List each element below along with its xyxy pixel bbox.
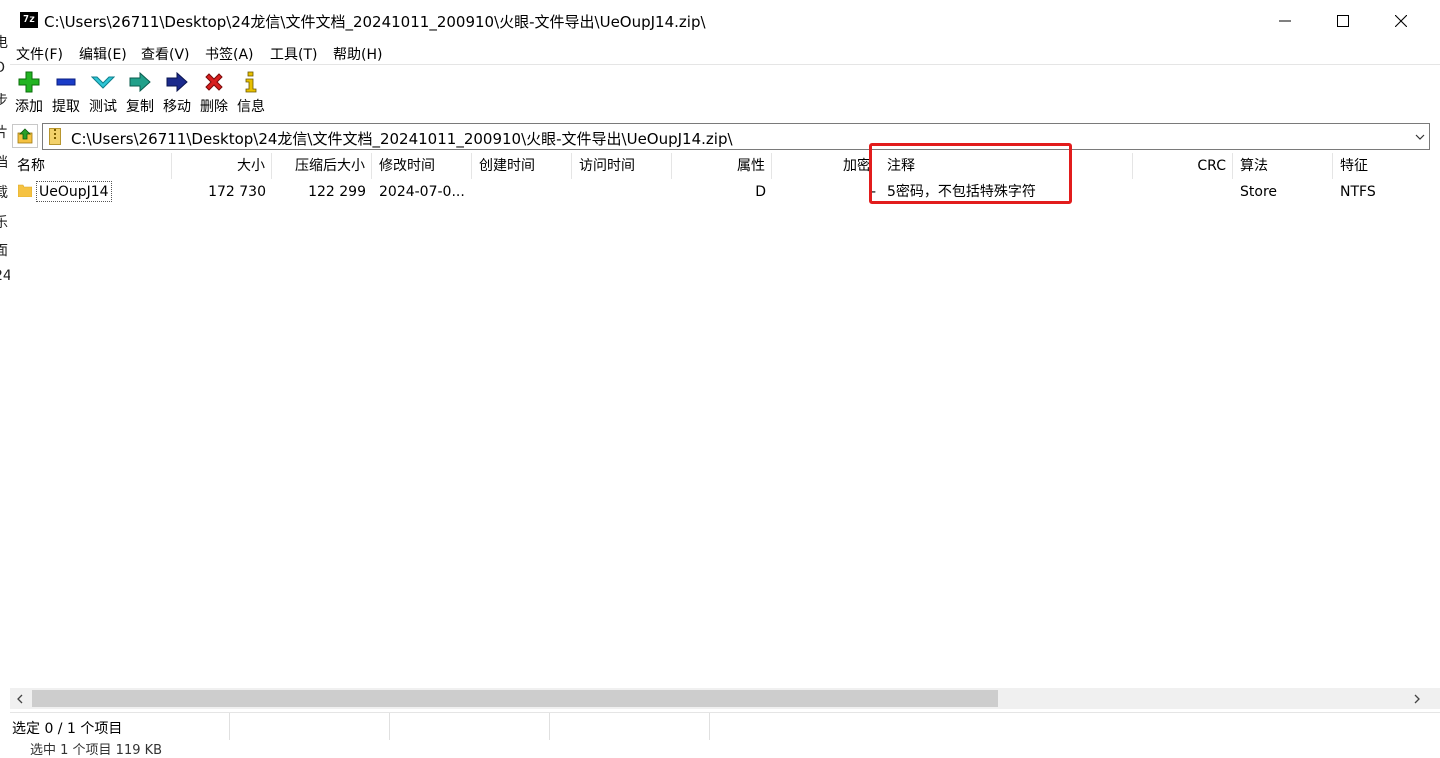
horizontal-scrollbar[interactable] (10, 688, 1440, 709)
column-comment[interactable]: 注释 (880, 153, 1133, 179)
close-button[interactable] (1372, 0, 1430, 42)
column-header: 名称 大小 压缩后大小 修改时间 创建时间 访问时间 属性 加密 注释 CRC … (10, 153, 1440, 179)
column-name[interactable]: 名称 (10, 153, 172, 179)
column-crc[interactable]: CRC (1133, 153, 1233, 179)
delete-label: 删除 (200, 99, 228, 115)
address-bar: C:\Users\26711\Desktop\24龙信\文件文档_2024101… (10, 122, 1440, 150)
status-segment (550, 713, 710, 740)
plus-icon (10, 69, 48, 95)
background-char: 步 (0, 90, 8, 110)
status-selection: 选定 0 / 1 个项目 (12, 721, 123, 737)
chevron-left-icon (17, 694, 23, 703)
7zip-app-icon: 7z (20, 12, 38, 28)
column-created[interactable]: 创建时间 (472, 153, 572, 179)
row-created (472, 180, 572, 204)
info-icon (232, 69, 270, 95)
title-bar[interactable]: 7z C:\Users\26711\Desktop\24龙信\文件文档_2024… (10, 0, 1440, 42)
background-char: 面 (0, 240, 8, 260)
menu-file[interactable]: 文件(F) (16, 44, 63, 64)
up-folder-icon (17, 128, 33, 144)
row-comment: 5密码，不包括特殊字符 (887, 184, 1036, 200)
background-char: O (0, 60, 5, 76)
path-input[interactable]: C:\Users\26711\Desktop\24龙信\文件文档_2024101… (42, 123, 1430, 150)
test-label: 测试 (89, 99, 117, 115)
close-icon (1395, 15, 1407, 27)
status-bar: 选定 0 / 1 个项目 (10, 712, 1440, 740)
row-crc (1133, 180, 1233, 204)
move-label: 移动 (163, 99, 191, 115)
minimize-icon (1279, 20, 1291, 22)
column-packed-size[interactable]: 压缩后大小 (272, 153, 372, 179)
delete-button[interactable]: 删除 (195, 69, 233, 116)
row-characteristics: NTFS (1340, 184, 1376, 200)
row-packed-size: 122 299 (308, 184, 366, 200)
zip-archive-icon (49, 128, 61, 145)
add-label: 添加 (15, 99, 43, 115)
move-button[interactable]: 移动 (158, 69, 196, 116)
delete-x-icon (195, 69, 233, 95)
minimize-button[interactable] (1256, 0, 1314, 42)
minus-icon (47, 69, 85, 95)
extract-button[interactable]: 提取 (47, 69, 85, 116)
info-label: 信息 (237, 99, 265, 115)
copy-label: 复制 (126, 99, 154, 115)
background-char: 片 (0, 122, 8, 142)
menu-bookmarks[interactable]: 书签(A) (205, 44, 254, 64)
row-name-cell[interactable]: UeOupJ14 (10, 180, 172, 204)
maximize-icon (1337, 15, 1349, 27)
menu-view[interactable]: 查看(V) (141, 44, 190, 64)
copy-button[interactable]: 复制 (121, 69, 159, 116)
row-name: UeOupJ14 (36, 181, 112, 202)
move-arrow-icon (158, 69, 196, 95)
menu-edit[interactable]: 编辑(E) (79, 44, 127, 64)
window-title: C:\Users\26711\Desktop\24龙信\文件文档_2024101… (44, 13, 706, 31)
path-text: C:\Users\26711\Desktop\24龙信\文件文档_2024101… (71, 130, 733, 148)
maximize-button[interactable] (1314, 0, 1372, 42)
column-modified[interactable]: 修改时间 (372, 153, 472, 179)
row-encrypted: - (870, 184, 876, 200)
menu-bar: 文件(F) 编辑(E) 查看(V) 书签(A) 工具(T) 帮助(H) (10, 42, 1440, 64)
chevron-right-icon (1414, 694, 1420, 703)
column-attributes[interactable]: 属性 (672, 153, 772, 179)
toolbar: 添加 提取 测试 复制 移动 删除 信息 (10, 64, 1440, 119)
folder-icon (18, 184, 32, 197)
column-characteristics[interactable]: 特征 (1333, 153, 1440, 179)
background-char: 乐 (0, 212, 8, 232)
scroll-right-button[interactable] (1407, 688, 1427, 709)
status-segment (390, 713, 550, 740)
check-icon (84, 69, 122, 95)
scroll-left-button[interactable] (10, 688, 30, 709)
test-button[interactable]: 测试 (84, 69, 122, 116)
column-accessed[interactable]: 访问时间 (572, 153, 672, 179)
chevron-down-icon[interactable] (1415, 130, 1425, 146)
extract-label: 提取 (52, 99, 80, 115)
background-char: 电 (0, 32, 8, 52)
column-method[interactable]: 算法 (1233, 153, 1333, 179)
row-size: 172 730 (208, 184, 266, 200)
menu-help[interactable]: 帮助(H) (333, 44, 382, 64)
add-button[interactable]: 添加 (10, 69, 48, 116)
status-segment (230, 713, 390, 740)
info-button[interactable]: 信息 (232, 69, 270, 116)
column-encrypted[interactable]: 加密 (772, 153, 872, 179)
scrollbar-thumb[interactable] (32, 690, 998, 707)
row-method: Store (1240, 184, 1278, 200)
column-size[interactable]: 大小 (172, 153, 272, 179)
up-folder-button[interactable] (12, 124, 38, 148)
copy-arrow-icon (121, 69, 159, 95)
menu-tools[interactable]: 工具(T) (270, 44, 317, 64)
background-char: 档 (0, 152, 8, 172)
row-attributes: D (755, 184, 766, 200)
7zip-window: 7z C:\Users\26711\Desktop\24龙信\文件文档_2024… (10, 0, 1440, 749)
status-selection-segment: 选定 0 / 1 个项目 (10, 713, 230, 740)
table-row[interactable]: UeOupJ14 172 730 122 299 2024-07-0... D … (10, 180, 1440, 204)
file-list: 名称 大小 压缩后大小 修改时间 创建时间 访问时间 属性 加密 注释 CRC … (10, 153, 1440, 688)
row-modified: 2024-07-0... (379, 184, 465, 200)
row-accessed (572, 180, 672, 204)
background-char: 载 (0, 182, 8, 202)
